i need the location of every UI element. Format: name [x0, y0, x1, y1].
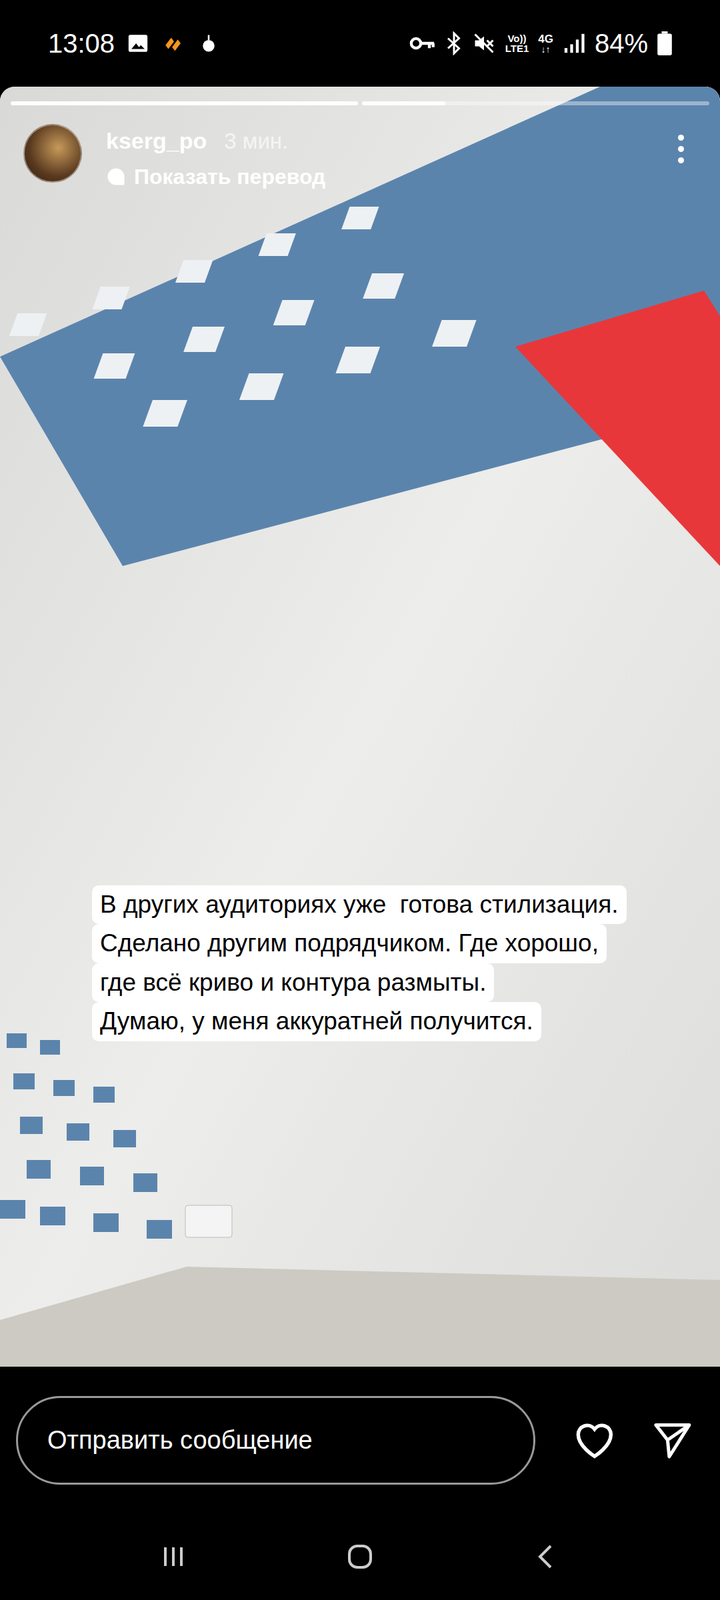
caption: В других аудиториях уже готова стилизаци…	[92, 885, 627, 1042]
app-icon	[161, 32, 187, 55]
caption-line: Сделано другим подрядчиком. Где хорошо,	[92, 924, 607, 963]
progress-bars	[10, 101, 710, 106]
avatar[interactable]	[23, 124, 82, 183]
reply-bar	[0, 1366, 720, 1514]
username[interactable]: kserg_po	[106, 124, 207, 158]
notification-icon	[198, 32, 219, 55]
heart-icon[interactable]	[572, 1420, 617, 1460]
mute-icon	[472, 31, 496, 56]
post-time: 3 мин.	[224, 124, 288, 158]
more-button[interactable]	[672, 124, 690, 164]
gallery-icon	[126, 32, 150, 55]
status-bar: 13:08 Vo)) LTE1 4G ↓↑ 84%	[0, 0, 720, 87]
network-label: 4G	[538, 33, 554, 45]
home-icon[interactable]	[344, 1540, 376, 1573]
progress-fill	[10, 101, 358, 106]
story[interactable]: kserg_po 3 мин. Показать перевод В други…	[0, 86, 720, 1367]
battery-icon	[657, 31, 672, 56]
send-icon[interactable]	[652, 1420, 694, 1460]
key-icon	[409, 33, 436, 54]
signal-icon	[562, 32, 586, 55]
caption-line: В других аудиториях уже готова стилизаци…	[92, 885, 627, 924]
caption-line: Думаю, у меня аккуратней получится.	[92, 1002, 542, 1041]
progress-track	[10, 101, 358, 106]
story-photo	[0, 86, 720, 1367]
translate-label: Показать перевод	[134, 160, 326, 193]
bluetooth-icon	[445, 31, 463, 56]
message-input[interactable]	[16, 1396, 536, 1485]
lte-label: LTE1	[505, 43, 530, 54]
navigation-bar	[0, 1513, 720, 1600]
story-header: kserg_po 3 мин. Показать перевод	[0, 86, 720, 193]
battery-level: 84%	[594, 23, 648, 64]
caption-line: где всё криво и контура размыты.	[92, 963, 494, 1002]
translate-icon	[106, 166, 126, 187]
translate-button[interactable]: Показать перевод	[106, 160, 326, 193]
progress-track	[362, 101, 710, 106]
back-icon[interactable]	[530, 1540, 563, 1573]
volte-label: Vo))	[507, 33, 526, 44]
progress-fill	[362, 101, 446, 106]
recents-icon[interactable]	[157, 1540, 190, 1573]
clock: 13:08	[48, 23, 115, 64]
